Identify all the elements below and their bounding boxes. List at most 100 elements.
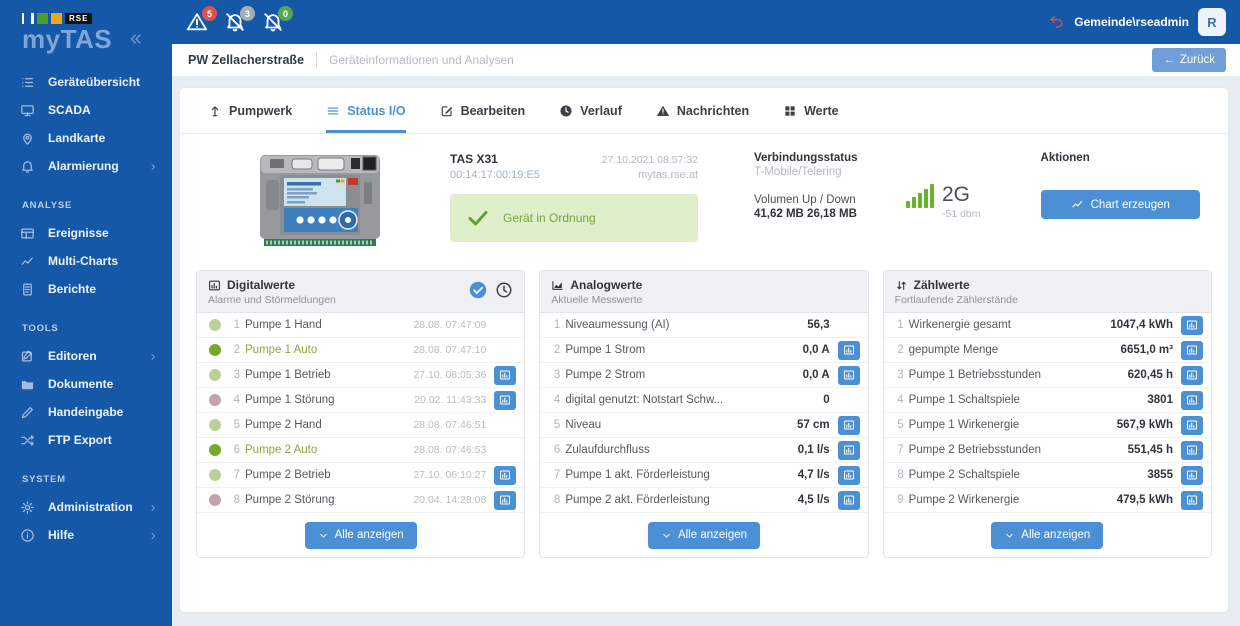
tab-bearbeiten[interactable]: Bearbeiten (440, 88, 525, 133)
chevron-right-icon (148, 530, 158, 540)
tab-nachrichten[interactable]: Nachrichten (656, 88, 749, 133)
sidebar-item-dokumente[interactable]: Dokumente (0, 370, 172, 398)
tab-werte[interactable]: Werte (783, 88, 839, 133)
avatar[interactable]: R (1198, 8, 1226, 36)
row-label: Pumpe 1 Störung (245, 394, 335, 406)
row-timestamp: 28.08. 07:46:51 (413, 419, 487, 431)
signal-bars-icon (906, 184, 934, 208)
row-chart-button[interactable] (837, 365, 860, 385)
chart-box-icon (499, 394, 511, 406)
main-card: Pumpwerk Status I/O Bearbeiten Verlauf N… (180, 88, 1228, 612)
sidebar-item-hilfe[interactable]: Hilfe (0, 521, 172, 549)
back-button[interactable]: ← Zurück (1152, 48, 1226, 72)
row-chart-button[interactable] (837, 490, 860, 510)
device-datetime: 27.10.2021 08:57:32 (601, 154, 698, 166)
row-chart-button[interactable] (1180, 340, 1203, 360)
row-chart-button[interactable] (1180, 490, 1203, 510)
row-number: 1 (233, 319, 240, 331)
row-number: 5 (897, 419, 904, 431)
sidebar-item-handeingabe[interactable]: Handeingabe (0, 398, 172, 426)
edit-icon (440, 104, 454, 118)
chart-box-icon (843, 494, 855, 506)
sidebar-item-alarmierung[interactable]: Alarmierung (0, 152, 172, 180)
grid-icon (783, 104, 797, 118)
digital-row: 4 Pumpe 1 Störung 20.02. 11:43:33 (197, 388, 525, 413)
row-number: 4 (897, 394, 904, 406)
panel-subtitle: Alarme und Störmeldungen (208, 294, 336, 306)
row-number: 9 (897, 494, 904, 506)
row-number: 8 (553, 494, 561, 506)
chevron-right-icon (148, 502, 158, 512)
show-all-button[interactable]: Alle anzeigen (304, 521, 417, 549)
row-chart-button[interactable] (1180, 415, 1203, 435)
clock-icon[interactable] (495, 281, 513, 299)
row-number: 7 (897, 444, 904, 456)
counter-row: 1 Wirkenergie gesamt 1047,4 kWh (883, 313, 1211, 338)
alarm-icon-group: 5 3 0 (186, 6, 293, 33)
row-chart-button[interactable] (1180, 390, 1203, 410)
status-dot (209, 319, 221, 331)
tab-label: Werte (804, 103, 839, 118)
sidebar-item-ftp-export[interactable]: FTP Export (0, 426, 172, 454)
warning-triangle-icon[interactable]: 5 (186, 6, 217, 33)
row-value: 4,5 l/s (797, 494, 830, 506)
row-chart-button[interactable] (837, 415, 860, 435)
row-chart-button[interactable] (494, 365, 517, 385)
row-value: 0,1 l/s (797, 444, 830, 456)
row-chart-button[interactable] (1180, 315, 1203, 335)
row-number: 5 (553, 419, 561, 431)
chart-box-icon (1186, 369, 1198, 381)
sidebar-section-label: TOOLS (22, 323, 59, 334)
sidebar-item-berichte[interactable]: Berichte (0, 275, 172, 303)
sidebar-item-scada[interactable]: SCADA (0, 96, 172, 124)
row-value: 551,45 h (1127, 444, 1173, 456)
chart-box-icon (1186, 469, 1198, 481)
breadcrumb: PW Zellacherstraße Geräteinformationen u… (172, 44, 1240, 76)
sidebar-item-label: Landkarte (48, 131, 106, 145)
show-all-button[interactable]: Alle anzeigen (991, 521, 1104, 549)
sidebar-item-ger-te-bersicht[interactable]: Geräteübersicht (0, 68, 172, 96)
chart-box-icon (499, 369, 511, 381)
status-dot (209, 444, 221, 456)
row-chart-button[interactable] (1180, 440, 1203, 460)
value-panels: Digitalwerte Alarme und Störmeldungen 1 … (180, 256, 1228, 558)
chart-box-icon (1186, 394, 1198, 406)
row-chart-button[interactable] (494, 390, 517, 410)
logout-undo-icon[interactable] (1049, 14, 1065, 30)
row-value: 6651,0 m³ (1120, 344, 1173, 356)
row-timestamp: 28.08. 07:46:53 (413, 444, 487, 456)
row-chart-button[interactable] (837, 465, 860, 485)
row-label: Pumpe 1 Betrieb (245, 369, 331, 381)
panel-title: Zählwerte (913, 278, 970, 292)
row-chart-button[interactable] (1180, 465, 1203, 485)
row-chart-button[interactable] (494, 465, 517, 485)
row-chart-button[interactable] (837, 440, 860, 460)
alarm-count-badge: 3 (240, 6, 255, 21)
row-chart-button[interactable] (1180, 365, 1203, 385)
sidebar-item-administration[interactable]: Administration (0, 493, 172, 521)
check-circle-icon[interactable] (469, 281, 487, 299)
bell-icon (20, 159, 35, 174)
sidebar-item-landkarte[interactable]: Landkarte (0, 124, 172, 152)
row-chart-button[interactable] (494, 490, 517, 510)
sidebar-item-multi-charts[interactable]: Multi-Charts (0, 247, 172, 275)
bell-slash-icon[interactable]: 0 (262, 6, 293, 33)
volume-value: 41,62 MB 26,18 MB (754, 208, 857, 220)
tab-verlauf[interactable]: Verlauf (559, 88, 622, 133)
sidebar-section-label: SYSTEM (22, 474, 66, 485)
sidebar-collapse-icon[interactable] (128, 31, 144, 47)
show-all-button[interactable]: Alle anzeigen (647, 521, 761, 549)
sidebar-item-editoren[interactable]: Editoren (0, 342, 172, 370)
row-number: 8 (233, 494, 240, 506)
tab-status-i-o[interactable]: Status I/O (326, 88, 406, 133)
row-number: 6 (233, 444, 240, 456)
sidebar-item-label: Geräteübersicht (48, 75, 141, 89)
create-chart-button[interactable]: Chart erzeugen (1040, 190, 1200, 219)
sidebar-item-ereignisse[interactable]: Ereignisse (0, 219, 172, 247)
tab-pumpwerk[interactable]: Pumpwerk (208, 88, 292, 133)
area-chart-icon (551, 279, 564, 292)
row-chart-button[interactable] (837, 340, 860, 360)
counter-row: 3 Pumpe 1 Betriebsstunden 620,45 h (883, 363, 1211, 388)
row-timestamp: 20.04. 14:28:08 (413, 494, 487, 506)
bell-slash-icon[interactable]: 3 (224, 6, 255, 33)
